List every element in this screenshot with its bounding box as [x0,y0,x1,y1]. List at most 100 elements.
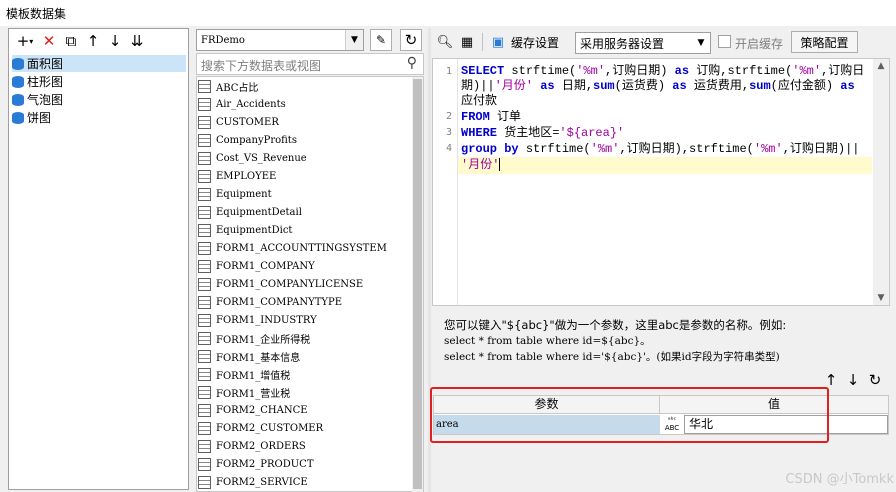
table-list-item[interactable]: FORM2_ORDERS [198,437,306,455]
table-list-item[interactable]: CUSTOMER [198,113,279,131]
param-hint-line-3: select * from table where id='${abc}'。(如… [444,351,780,363]
sql-line-2: FROM 订单 [461,109,521,125]
sql-text: strftime( [518,142,591,156]
highlight-box [430,387,829,443]
table-icon [198,133,211,147]
toolbar-separator [482,33,483,51]
param-refresh-icon[interactable]: ↻ [864,369,886,391]
table-icon [198,241,211,255]
table-list-item[interactable]: FORM1_ACCOUNTTINGSYSTEM [198,239,387,257]
table-list-item[interactable]: FORM2_PRODUCT [198,455,314,473]
sql-line-1b: 期)||'月份' as 日期,sum(运货费) as 运货费用,sum(应付金额… [461,78,855,94]
table-icon [198,115,211,129]
table-icon [198,475,211,489]
sql-line-4b: '月份' [461,157,501,173]
sql-keyword: WHERE [461,126,498,140]
sql-text: ,订购日期)|| [782,142,860,156]
dataset-item-label: 气泡图 [27,93,64,107]
table-list-item[interactable]: CompanyProfits [198,131,297,149]
sql-keyword: by [504,142,519,156]
param-hint-line-2: select * from table where id=${abc}。 [444,335,651,347]
line-number-3: 3 [445,127,452,138]
table-list-scroll-thumb[interactable] [413,79,422,489]
connection-value: FRDemo [201,34,245,46]
table-list-item-label: FORM1_INDUSTRY [216,314,317,326]
delete-icon[interactable]: ✕ [38,30,60,52]
sort-icon[interactable]: ⇊ [126,30,148,52]
add-icon[interactable]: + ▾ [12,30,38,52]
dataset-item[interactable]: 柱形图 [12,73,63,90]
table-list-item[interactable]: FORM1_基本信息 [198,347,300,365]
sql-keyword: as [840,79,855,93]
sql-text: 订单 [489,110,522,124]
enable-cache-label: 开启缓存 [735,37,784,51]
copy-icon[interactable]: ⧉ [60,30,82,52]
table-icon [198,331,211,345]
dataset-item[interactable]: 面积图 [12,55,186,72]
sql-gutter-divider [457,59,458,305]
table-list-item-label: FORM1_ACCOUNTTINGSYSTEM [216,242,387,254]
preview-icon[interactable]: 🔍︎ [434,31,456,53]
sql-text: (运货费) [614,79,673,93]
table-list-item-label: Air_Accidents [216,98,286,110]
scroll-up-icon[interactable]: ▲ [873,61,889,71]
table-list-item-label: CUSTOMER [216,116,279,128]
table-list-item[interactable]: EquipmentDict [198,221,292,239]
table-search[interactable]: 搜索下方数据表或视图 ⚲ [196,53,424,75]
table-list-item[interactable]: FORM1_INDUSTRY [198,311,317,329]
table-list-item[interactable]: FORM1_COMPANYTYPE [198,293,342,311]
sql-editor[interactable] [432,58,890,306]
param-down-icon[interactable]: ↓ [842,369,864,391]
scroll-down-icon[interactable]: ▼ [873,293,889,303]
table-list-item[interactable]: FORM1_营业税 [198,383,290,401]
up-icon[interactable]: ↑ [82,30,104,52]
down-icon[interactable]: ↓ [104,30,126,52]
window-titlebar: 模板数据集 [0,0,896,26]
strategy-config-button[interactable]: 策略配置 [791,31,858,53]
table-list-item-label: EMPLOYEE [216,170,277,182]
table-list-item[interactable]: EquipmentDetail [198,203,302,221]
table-list-item-label: FORM2_SERVICE [216,476,308,488]
sql-keyword: FROM [461,110,490,124]
sql-keyword: sum [593,79,615,93]
refresh-icon[interactable]: ↻ [400,29,422,51]
cache-mode-value: 采用服务器设置 [580,36,665,51]
table-list-item[interactable]: FORM2_CHANCE [198,401,308,419]
sql-line-1c: 应付款 [461,93,497,109]
table-list-item[interactable]: EMPLOYEE [198,167,276,185]
table-list-item-label: FORM2_CHANCE [216,404,308,416]
search-icon: ⚲ [406,55,417,71]
table-icon [198,313,211,327]
table-list-item[interactable]: Air_Accidents [198,95,286,113]
table-list-item-label: CompanyProfits [216,134,297,146]
cache-mode-select[interactable]: 采用服务器设置 ▼ [575,32,711,54]
print-icon[interactable]: ▦ [456,31,478,53]
table-list-item-label: ABC占比 [216,82,259,94]
sql-string: '月份' [494,79,534,93]
table-icon [198,169,211,183]
sql-text: 日期, [554,79,594,93]
dataset-item[interactable]: 饼图 [12,109,51,126]
table-list-item[interactable]: FORM2_CUSTOMER [198,419,323,437]
table-search-placeholder: 搜索下方数据表或视图 [201,59,322,73]
edit-connection-icon[interactable]: ✎ [370,29,392,51]
database-icon [12,57,24,70]
table-list-scrollbar[interactable] [412,77,423,492]
table-list-item-label: FORM1_基本信息 [216,352,301,364]
sql-editor-scrollbar[interactable]: ▲ ▼ [873,59,889,305]
dataset-item[interactable]: 气泡图 [12,91,63,108]
table-list-item[interactable]: FORM1_COMPANYLICENSE [198,275,363,293]
table-list-item[interactable]: FORM1_COMPANY [198,257,315,275]
table-list-item[interactable]: ABC占比 [198,77,258,95]
sql-keyword: as [674,64,690,78]
table-list-item[interactable]: FORM2_SERVICE [198,473,308,491]
table-list-item[interactable]: FORM1_增值税 [198,365,290,383]
table-list-item[interactable]: Equipment [198,185,272,203]
table-list-item-label: FORM2_CUSTOMER [216,422,324,434]
table-list-item-label: EquipmentDict [216,224,293,236]
connection-select[interactable]: FRDemo ▼ [196,29,364,51]
table-icon [198,151,211,165]
table-list-item[interactable]: Cost_VS_Revenue [198,149,307,167]
table-list-item[interactable]: FORM1_企业所得税 [198,329,310,347]
enable-cache-checkbox[interactable] [718,35,731,48]
